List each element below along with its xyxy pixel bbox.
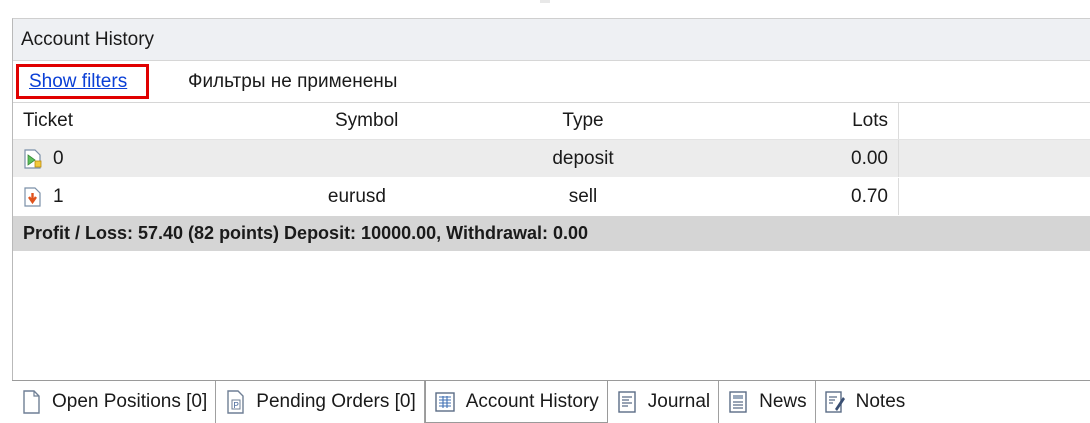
bottom-tab-bar: Open Positions [0] P Pending Orders [0] …: [12, 380, 1090, 423]
tab-journal[interactable]: Journal: [608, 381, 720, 423]
panel-title: Account History: [21, 28, 155, 50]
tab-label: Open Positions [0]: [52, 391, 208, 412]
column-header-symbol[interactable]: Symbol: [335, 103, 455, 139]
news-icon: [729, 391, 747, 413]
document-icon: [23, 390, 40, 414]
column-divider: [898, 103, 899, 139]
tab-label: Pending Orders [0]: [256, 391, 416, 412]
tab-label: Notes: [855, 391, 906, 412]
sell-arrow-icon: [24, 186, 41, 207]
tab-label: Account History: [465, 390, 599, 412]
column-header-type[interactable]: Type: [483, 103, 683, 139]
ticket-value: 1: [53, 185, 64, 207]
lots-cell: 0.70: [851, 185, 888, 207]
table-row[interactable]: 1 eurusd sell 0.70: [13, 178, 1090, 216]
top-edge-marker: [540, 0, 550, 3]
tab-pending-orders[interactable]: P Pending Orders [0]: [216, 381, 425, 423]
notes-icon: [824, 391, 845, 413]
panel-titlebar: Account History: [13, 19, 1090, 61]
profit-loss-summary: Profit / Loss: 57.40 (82 points) Deposit…: [13, 216, 1090, 251]
tab-open-positions[interactable]: Open Positions [0]: [12, 381, 217, 423]
history-grid-icon: [435, 391, 455, 412]
type-cell: sell: [568, 185, 598, 207]
show-filters-link[interactable]: Show filters: [16, 64, 149, 99]
svg-text:P: P: [234, 401, 239, 410]
ticket-value: 0: [53, 147, 64, 169]
table-row[interactable]: 0 deposit 0.00: [13, 140, 1090, 178]
account-history-panel: Account History Show filters Фильтры не …: [12, 18, 1090, 380]
lots-cell: 0.00: [851, 147, 888, 169]
column-header-lots[interactable]: Lots: [693, 103, 893, 139]
filter-status-text: Фильтры не применены: [188, 71, 398, 92]
column-divider: [898, 178, 899, 215]
history-table: Ticket Symbol Type Lots 0 deposit 0.00 1…: [13, 103, 1090, 251]
type-cell: deposit: [552, 147, 614, 169]
tab-notes[interactable]: Notes: [816, 381, 914, 423]
pending-document-icon: P: [227, 390, 244, 414]
filter-bar: Show filters Фильтры не применены: [13, 61, 1090, 103]
ticket-cell: 0: [13, 140, 213, 177]
tab-label: News: [759, 391, 807, 412]
column-divider: [898, 140, 899, 177]
tab-label: Journal: [647, 391, 711, 412]
tab-account-history[interactable]: Account History: [424, 381, 608, 423]
deposit-icon: [24, 148, 42, 169]
journal-icon: [618, 391, 636, 413]
tab-news[interactable]: News: [719, 381, 816, 423]
column-header-ticket[interactable]: Ticket: [13, 103, 213, 139]
table-header: Ticket Symbol Type Lots: [13, 103, 1090, 140]
ticket-cell: 1: [13, 178, 213, 215]
